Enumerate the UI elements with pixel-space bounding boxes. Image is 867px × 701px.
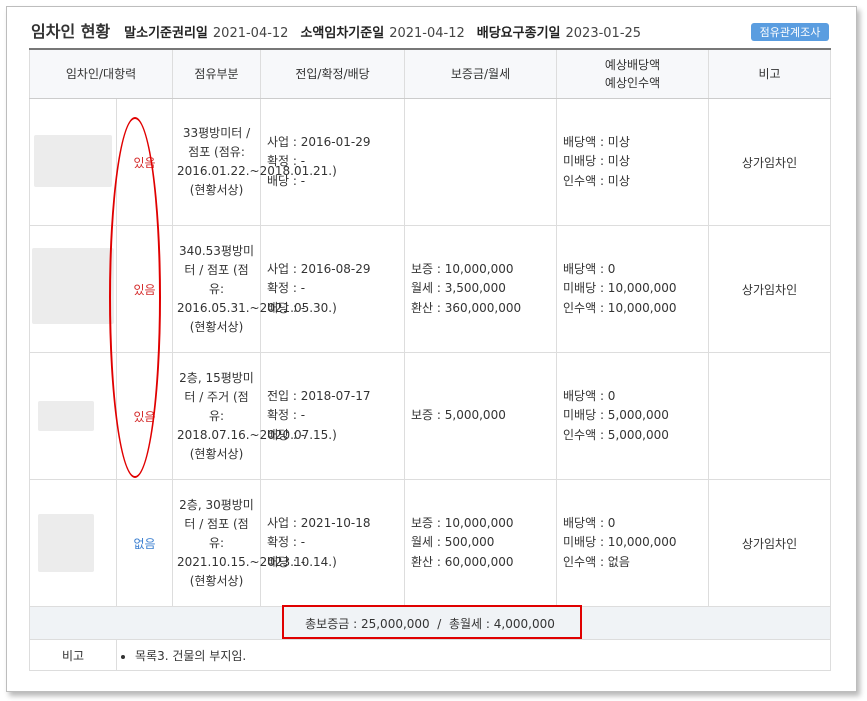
blurred-tenant-name xyxy=(38,514,94,572)
col-header-dividend: 예상배당액예상인수액 xyxy=(556,48,710,99)
date-line: 사업 : 2016-01-29 xyxy=(267,134,371,149)
note-cell: 상가임차인 xyxy=(708,225,832,353)
col-header-occupancy: 점유부분 xyxy=(172,48,262,99)
tenant-name-cell xyxy=(29,352,117,480)
dividend-line: 미배당 : 5,000,000 xyxy=(563,408,669,423)
col-header-dates: 전입/확정/배당 xyxy=(260,48,406,99)
deposit-cell: 보증 : 10,000,000 월세 : 500,000 환산 : 60,000… xyxy=(404,479,558,607)
occupancy-cell: 340.53평방미터 / 점포 (점유: 2016.05.31.~2021.05… xyxy=(172,225,337,353)
dividend-cell: 배당액 : 0 미배당 : 5,000,000 인수액 : 5,000,000 xyxy=(556,352,710,480)
meta-label-cancel-date: 말소기준권리일 xyxy=(124,26,208,41)
section-header: 임차인 현황 말소기준권리일 2021-04-12 소액임차기준일 2021-0… xyxy=(31,18,653,42)
dividend-line: 배당액 : 0 xyxy=(563,515,616,530)
deposit-line: 환산 : 60,000,000 xyxy=(411,554,514,569)
opposing-status: 있음 xyxy=(115,352,174,480)
date-line: 확정 : - xyxy=(267,281,306,296)
col-header-dividend-line2: 예상인수액 xyxy=(604,76,661,90)
dividend-line: 배당액 : 0 xyxy=(563,261,616,276)
date-line: 확정 : - xyxy=(267,408,306,423)
dividend-cell: 배당액 : 미상 미배당 : 미상 인수액 : 미상 xyxy=(556,98,710,226)
deposit-line: 보증 : 10,000,000 xyxy=(411,515,514,530)
blurred-tenant-name xyxy=(32,248,114,324)
dividend-line: 미배당 : 10,000,000 xyxy=(563,281,677,296)
deposit-cell xyxy=(404,98,558,226)
tenant-table: 임차인/대항력 점유부분 전입/확정/배당 보증금/월세 예상배당액 예상인수액 … xyxy=(28,48,832,671)
occupancy-cell: 33평방미터 / 점포 (점유: 2016.01.22.~2018.01.21.… xyxy=(172,98,337,226)
dividend-line: 미배당 : 10,000,000 xyxy=(563,535,677,550)
dividend-line: 미배당 : 미상 xyxy=(563,154,630,169)
total-row: 총보증금 : 25,000,000 / 총월세 : 4,000,000 xyxy=(28,606,832,640)
total-summary: 총보증금 : 25,000,000 / 총월세 : 4,000,000 xyxy=(28,606,832,640)
blurred-tenant-name xyxy=(38,401,94,431)
dividend-cell: 배당액 : 0 미배당 : 10,000,000 인수액 : 없음 xyxy=(556,479,710,607)
blurred-tenant-name xyxy=(34,135,112,187)
remarks-label: 비고 xyxy=(29,639,117,671)
occupancy-survey-button[interactable]: 점유관계조사 xyxy=(751,23,829,41)
opposing-status: 있음 xyxy=(115,98,174,226)
dates-cell: 사업 : 2021-10-18 확정 : - 배당 : - xyxy=(260,479,406,607)
deposit-line: 보증 : 10,000,000 xyxy=(411,261,514,276)
col-header-dividend-line1: 예상배당액 xyxy=(604,58,661,72)
section-title: 임차인 현황 xyxy=(31,22,111,41)
deposit-line: 월세 : 3,500,000 xyxy=(411,281,506,296)
col-header-deposit: 보증금/월세 xyxy=(404,48,558,99)
remarks-item: 목록3. 건물의 부지임. xyxy=(135,647,830,664)
tenant-name-cell xyxy=(29,98,117,226)
table-row: 없음 2층, 30평방미터 / 점포 (점유: 2021.10.15.~2023… xyxy=(29,479,832,607)
meta-value-small-lease-date: 2021-04-12 xyxy=(389,26,465,41)
note-cell xyxy=(708,352,832,480)
deposit-line: 보증 : 5,000,000 xyxy=(411,408,506,423)
occupancy-cell: 2층, 15평방미터 / 주거 (점유: 2018.07.16.~2020.07… xyxy=(172,352,337,480)
note-cell: 상가임차인 xyxy=(708,98,832,226)
remarks-row: 비고 목록3. 건물의 부지임. xyxy=(29,639,832,671)
table-row: 있음 340.53평방미터 / 점포 (점유: 2016.05.31.~2021… xyxy=(29,225,832,353)
dividend-line: 배당액 : 미상 xyxy=(563,134,630,149)
date-line: 확정 : - xyxy=(267,535,306,550)
date-line: 사업 : 2016-08-29 xyxy=(267,261,371,276)
table-row: 있음 2층, 15평방미터 / 주거 (점유: 2018.07.16.~2020… xyxy=(29,352,832,480)
dates-cell: 사업 : 2016-08-29 확정 : - 배당 : - xyxy=(260,225,406,353)
dividend-line: 배당액 : 0 xyxy=(563,388,616,403)
total-summary-text: 총보증금 : 25,000,000 / 총월세 : 4,000,000 xyxy=(305,616,555,631)
remarks-content: 목록3. 건물의 부지임. xyxy=(115,639,832,671)
opposing-status: 없음 xyxy=(115,479,174,607)
meta-label-small-lease-date: 소액임차기준일 xyxy=(300,26,385,41)
date-line: 사업 : 2021-10-18 xyxy=(267,515,371,530)
dividend-line: 인수액 : 5,000,000 xyxy=(563,427,669,442)
dividend-line: 인수액 : 없음 xyxy=(563,554,630,569)
dates-cell: 사업 : 2016-01-29 확정 : - 배당 : - xyxy=(260,98,406,226)
dividend-line: 인수액 : 10,000,000 xyxy=(563,300,677,315)
occupancy-cell: 2층, 30평방미터 / 점포 (점유: 2021.10.15.~2023.10… xyxy=(172,479,337,607)
dates-cell: 전입 : 2018-07-17 확정 : - 배당 : - xyxy=(260,352,406,480)
meta-label-dividend-deadline: 배당요구종기일 xyxy=(476,26,561,41)
deposit-line: 환산 : 360,000,000 xyxy=(411,300,522,315)
meta-value-dividend-deadline: 2023-01-25 xyxy=(565,26,642,41)
opposing-status: 있음 xyxy=(115,225,174,353)
deposit-cell: 보증 : 10,000,000 월세 : 3,500,000 환산 : 360,… xyxy=(404,225,558,353)
col-header-tenant: 임차인/대항력 xyxy=(28,48,174,99)
dividend-line: 인수액 : 미상 xyxy=(563,173,630,188)
deposit-line: 월세 : 500,000 xyxy=(411,535,495,550)
deposit-cell: 보증 : 5,000,000 xyxy=(404,352,558,480)
meta-value-cancel-date: 2021-04-12 xyxy=(212,26,289,41)
date-line: 전입 : 2018-07-17 xyxy=(267,388,371,403)
table-row: 있음 33평방미터 / 점포 (점유: 2016.01.22.~2018.01.… xyxy=(29,98,832,226)
tenant-name-cell xyxy=(29,479,117,607)
tenant-name-cell xyxy=(29,225,117,353)
note-cell: 상가임차인 xyxy=(708,479,832,607)
dividend-cell: 배당액 : 0 미배당 : 10,000,000 인수액 : 10,000,00… xyxy=(556,225,710,353)
col-header-note: 비고 xyxy=(708,48,832,99)
